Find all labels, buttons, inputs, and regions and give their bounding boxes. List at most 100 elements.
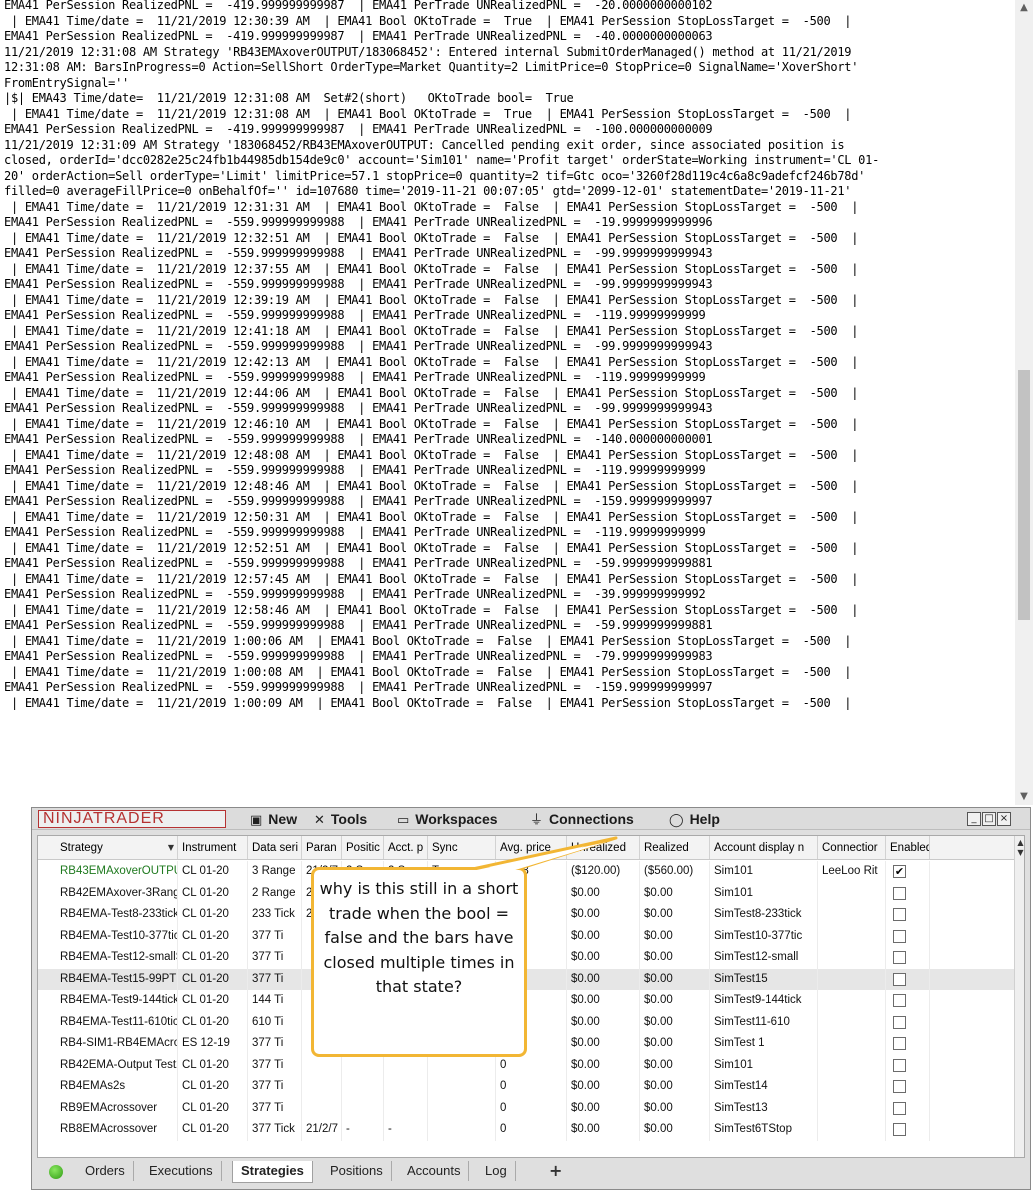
enabled-checkbox[interactable] — [893, 1080, 906, 1093]
scroll-down-arrow-icon[interactable]: ▼ — [1015, 789, 1033, 805]
enabled-checkbox[interactable] — [893, 1015, 906, 1029]
table-row[interactable]: RB4EMA-Test8-233tick CL 01-20 233 Tick 21/2… — [38, 904, 1014, 926]
enabled-checkbox[interactable] — [893, 972, 906, 986]
table-cell: CL 01-20 — [178, 904, 248, 926]
log-scroll-thumb[interactable] — [1018, 370, 1030, 620]
minimize-icon[interactable]: _ — [967, 812, 981, 826]
table-cell: RB42EMAxover-3Range — [38, 882, 178, 904]
column-header[interactable]: Data seri — [248, 836, 302, 859]
table-row[interactable]: RB4-SIM1-RB4EMAcrossES 12-19377 Ti0$0.00… — [38, 1033, 1014, 1055]
column-header[interactable]: Realized — [640, 836, 710, 859]
table-row[interactable]: RB8EMAcrossover CL 01-20 377 Tick 21/2/7- -0… — [38, 1119, 1014, 1141]
table-row[interactable]: RB4EMAs2s CL 01-20 377 Ti 0 $0.00 $0.00 SimTes… — [38, 1076, 1014, 1098]
maximize-icon[interactable]: □ — [982, 812, 996, 826]
log-line: | EMA41 Time/date = 11/21/2019 12:31:08 … — [4, 106, 852, 121]
menu-tools-label: Tools — [330, 811, 368, 827]
enabled-cell — [886, 882, 930, 904]
tools-icon: ✕ — [314, 813, 325, 828]
table-cell — [342, 1033, 384, 1055]
table-cell — [302, 1011, 342, 1033]
grid-vertical-scrollbar[interactable]: ▲ ▼ — [1014, 836, 1024, 1157]
table-row[interactable]: RB4EMA-Test9-144tick CL 01-20 144 Ti 0 $0.00… — [38, 990, 1014, 1012]
table-cell: CL 01-20 — [178, 1011, 248, 1033]
menu-help[interactable]: ◯ Help — [669, 811, 720, 828]
column-header[interactable]: Acct. p — [384, 836, 428, 859]
table-cell — [818, 947, 886, 969]
tab-strategies[interactable]: Strategies — [232, 1161, 313, 1183]
scroll-up-arrow-icon[interactable]: ▲ — [1015, 0, 1033, 16]
log-line: | EMA41 Time/date = 11/21/2019 12:52:51 … — [4, 540, 859, 555]
table-cell: RB4EMA-Test12-smallSi — [38, 947, 178, 969]
table-cell — [818, 1054, 886, 1076]
column-header[interactable]: Positic — [342, 836, 384, 859]
log-vertical-scrollbar[interactable]: ▲ ▼ — [1015, 0, 1033, 805]
enabled-checkbox[interactable] — [893, 1101, 906, 1115]
log-line: | EMA41 Time/date = 11/21/2019 12:32:51 … — [4, 230, 859, 245]
table-cell — [384, 1033, 428, 1055]
table-row[interactable]: RB9EMAcrossover CL 01-20 377 Ti 0 $0.00 $0.00… — [38, 1097, 1014, 1119]
table-row[interactable]: RB4EMA-Test12-smallSi CL 01-20 377 Ti 0 $0.0… — [38, 947, 1014, 969]
table-row[interactable]: RB4EMA-Test10-377tick CL 01-20 377 Ti 0 $0.0… — [38, 925, 1014, 947]
table-cell: 56.88 — [496, 861, 567, 883]
enabled-checkbox[interactable] — [893, 1037, 906, 1050]
table-row[interactable]: RB43EMAxoverOUTPUT CL 01-20 3 Range 21/2/7 2… — [38, 861, 1014, 883]
menu-new[interactable]: ▣ New — [250, 811, 297, 828]
table-cell — [384, 1097, 428, 1119]
menu-connections[interactable]: ⏚ Connections — [530, 811, 634, 828]
workspaces-icon: ▭ — [397, 813, 410, 828]
table-cell: $0.00 — [567, 990, 640, 1012]
table-row[interactable]: RB42EMA-Output Test2 CL 01-20 377 Ti 0 $0.00… — [38, 1054, 1014, 1076]
enabled-cell: ✔ — [886, 861, 930, 883]
filter-dropdown-icon[interactable]: ▼ — [168, 836, 174, 859]
column-header[interactable]: Sync — [428, 836, 496, 859]
table-row[interactable]: RB4EMA-Test11-610tick CL 01-20 610 Ti 0 $0.0… — [38, 1011, 1014, 1033]
add-tab-button[interactable]: + — [549, 1161, 562, 1181]
enabled-checkbox[interactable] — [893, 994, 906, 1007]
table-row[interactable]: RB42EMAxover-3Range CL 01-20 2 Range 21/2/7… — [38, 882, 1014, 904]
column-header[interactable]: Unrealized — [567, 836, 640, 859]
table-cell: CL 01-20 — [178, 968, 248, 990]
enabled-cell — [886, 1011, 930, 1033]
tab-executions[interactable]: Executions — [141, 1161, 222, 1181]
table-cell — [428, 968, 496, 990]
tab-accounts[interactable]: Accounts — [399, 1161, 470, 1181]
enabled-checkbox[interactable] — [893, 1058, 906, 1072]
table-cell — [302, 947, 342, 969]
output-log-pane[interactable]: EMA41 PerSession RealizedPNL = -419.9999… — [0, 0, 1033, 805]
output-log-text: EMA41 PerSession RealizedPNL = -419.9999… — [4, 0, 1014, 711]
enabled-checkbox[interactable] — [893, 951, 906, 964]
tab-orders[interactable]: Orders — [77, 1161, 134, 1181]
enabled-checkbox[interactable] — [893, 1123, 906, 1136]
column-header[interactable]: Enabled — [886, 836, 930, 859]
table-cell — [302, 1054, 342, 1076]
column-header[interactable]: Avg. price — [496, 836, 567, 859]
enabled-cell — [886, 1076, 930, 1098]
scroll-up-arrow-icon[interactable]: ▲ — [1015, 838, 1024, 847]
column-header[interactable]: Account display n — [710, 836, 818, 859]
table-cell: $0.00 — [567, 1119, 640, 1141]
table-cell — [818, 1097, 886, 1119]
enabled-checkbox[interactable] — [893, 886, 906, 900]
scroll-down-arrow-icon[interactable]: ▼ — [1015, 848, 1024, 857]
column-header[interactable]: Connectior — [818, 836, 886, 859]
column-header[interactable]: Strategy ▼ — [38, 836, 178, 859]
table-row[interactable]: RB4EMA-Test15-99PT CL 01-20 377 Ti 0 $0.00 $0… — [38, 968, 1014, 990]
table-cell: RB42EMA-Output Test2 — [38, 1054, 178, 1076]
menu-workspaces[interactable]: ▭ Workspaces — [397, 811, 498, 828]
close-icon[interactable]: × — [997, 812, 1011, 826]
table-cell: LeeLoo Rit — [818, 861, 886, 883]
logo-text: NINJATRADER — [43, 810, 165, 827]
tab-log[interactable]: Log — [477, 1161, 516, 1181]
table-cell: $0.00 — [640, 904, 710, 926]
column-header[interactable]: Paran — [302, 836, 342, 859]
table-cell — [384, 1076, 428, 1098]
table-cell: 2 S — [384, 882, 428, 904]
menu-tools[interactable]: ✕ Tools — [314, 811, 367, 828]
column-header[interactable]: Instrument — [178, 836, 248, 859]
table-cell — [384, 990, 428, 1012]
table-cell — [342, 1011, 384, 1033]
tab-positions[interactable]: Positions — [322, 1161, 392, 1181]
enabled-checkbox[interactable] — [893, 908, 906, 921]
enabled-checkbox[interactable]: ✔ — [893, 865, 906, 878]
enabled-checkbox[interactable] — [893, 929, 906, 943]
